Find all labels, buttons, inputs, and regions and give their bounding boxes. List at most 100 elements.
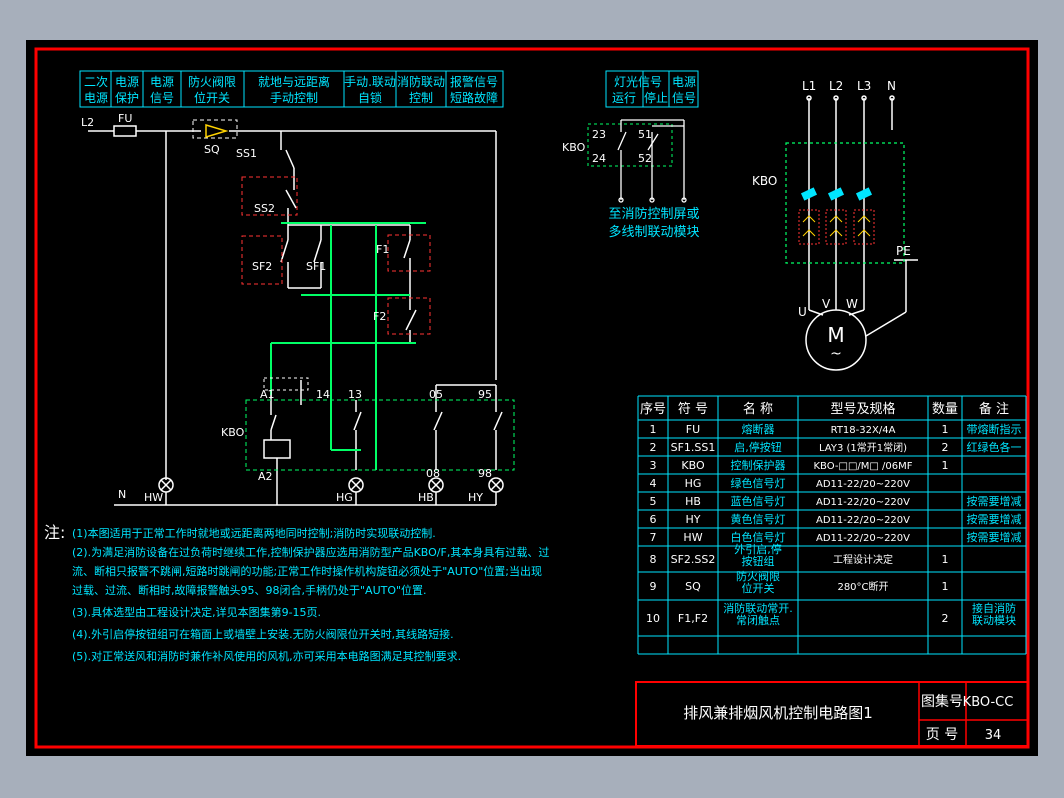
table-cell-r5-c3: 蓝色信号灯: [731, 494, 786, 508]
label-hy: HY: [468, 491, 483, 504]
table-cell-r2-c5: 2: [942, 441, 949, 454]
label-13: 13: [348, 388, 362, 401]
header-cell-3-l1: 电源: [150, 75, 174, 89]
table-cell-r8-c1: 8: [650, 553, 657, 566]
label-p-kbo: KBO: [752, 174, 777, 188]
table-cell-r9-c5: 1: [942, 580, 949, 593]
table-cell-r1-c4: RT18-32X/4A: [831, 425, 896, 436]
table-cell-r10-c3: 消防联动常开.常闭触点: [723, 601, 793, 627]
table-cell-r6-c2: HY: [686, 513, 701, 526]
label-a1: A1: [260, 388, 275, 401]
table-cell-r1-c1: 1: [650, 423, 657, 436]
label-24: 24: [592, 152, 606, 165]
table-header-6: 备 注: [979, 401, 1009, 417]
note-line-1: (1)本图适用于正常工作时就地或远距离两地同时控制;消防时实现联动控制.: [72, 526, 436, 540]
control-circuit: L2 FU SQ SS1 SS2 SF2 SF1 F1 F2 KBO A1 A2…: [81, 112, 515, 506]
label-kbo-coil: KBO: [221, 426, 245, 439]
table-cell-r3-c2: KBO: [681, 459, 705, 472]
table-cell-r8-c4: 工程设计决定: [833, 553, 893, 566]
atlas-value: KBO-CC: [963, 695, 1014, 710]
notes: 注: (1)本图适用于正常工作时就地或远距离两地同时控制;消防时实现联动控制. …: [44, 523, 549, 663]
table-cell-r6-c4: AD11-22/20~220V: [816, 515, 910, 526]
label-hg: HG: [336, 491, 353, 504]
table-cell-r4-c2: HG: [685, 477, 702, 490]
table-cell-r7-c6: 按需要增减: [967, 530, 1022, 544]
table-cell-r3-c4: KBO-□□/M□ /06MF: [814, 461, 913, 472]
note-line-6: (4).外引启停按钮组可在箱面上或墙壁上安装.无防火阀限位开关时,其线路短接.: [72, 627, 454, 641]
label-14: 14: [316, 388, 330, 401]
header-cell-7-l1: 消防联动: [397, 74, 445, 89]
kbo-contacts-block: 灯光信号 运行 停止 电源 信号 KBO 23 24 51 52 至消防控制屏或…: [562, 70, 700, 240]
header-cell-3-l2: 信号: [150, 91, 174, 105]
table-cell-r1-c3: 熔断器: [742, 422, 775, 436]
table-cell-r9-c2: SQ: [685, 580, 701, 593]
label-v: V: [822, 297, 831, 311]
label-motor: M: [827, 323, 844, 347]
label-ss2: SS2: [254, 202, 275, 215]
table-cell-r5-c6: 按需要增减: [967, 494, 1022, 508]
label-p-l2: L2: [829, 79, 843, 93]
drawing-frame: [34, 47, 1030, 749]
header-cell-1-l2: 电源: [84, 91, 108, 105]
label-sf2: SF2: [252, 260, 272, 273]
table-header-3: 名 称: [743, 401, 773, 417]
table-header-4: 型号及规格: [830, 401, 895, 417]
table-cell-r10-c1: 10: [646, 612, 660, 625]
table-cell-r10-c2: F1,F2: [678, 612, 708, 625]
header-cell-5-l1: 就地与远距离: [258, 74, 330, 89]
note-line-4: 过载、过流、断相时,故障报警触头95、98闭合,手柄仍处于"AUTO"位置.: [72, 583, 427, 597]
header-cell-8-l2: 短路故障: [450, 90, 498, 105]
header-cell-4-l2: 位开关: [194, 90, 230, 105]
label-05: 05: [429, 388, 443, 401]
label-hw: HW: [144, 491, 163, 504]
header-cell-2-l1: 电源: [115, 75, 139, 89]
signal-header-3-l2: 信号: [672, 91, 696, 105]
table-cell-r8-c5: 1: [942, 553, 949, 566]
label-sq: SQ: [204, 143, 220, 156]
page-value: 34: [985, 728, 1002, 743]
table-cell-r1-c2: FU: [686, 423, 700, 436]
function-header: 二次 电源 电源 保护 电源 信号 防火阀限 位开关 就地与远距离 手动控制 手…: [79, 70, 504, 108]
table-cell-r7-c3: 白色信号灯: [731, 530, 786, 544]
mid-note-line-1: 至消防控制屏或: [608, 206, 699, 222]
table-cell-r1-c6: 带熔断指示: [967, 422, 1022, 436]
label-n: N: [118, 488, 126, 501]
drawing-canvas: 二次 电源 电源 保护 电源 信号 防火阀限 位开关 就地与远距离 手动控制 手…: [26, 40, 1038, 756]
table-cell-r2-c6: 红绿色各一: [967, 440, 1022, 454]
label-08: 08: [426, 467, 440, 480]
label-p-l1: L1: [802, 79, 816, 93]
table-cell-r5-c1: 5: [650, 495, 657, 508]
table-cell-r9-c1: 9: [650, 580, 657, 593]
table-cell-r8-c3: 外引启,停按钮组: [734, 542, 782, 568]
label-95: 95: [478, 388, 492, 401]
table-header-2: 符 号: [678, 401, 708, 417]
table-cell-r6-c1: 6: [650, 513, 657, 526]
notes-title: 注:: [44, 523, 65, 542]
label-p-n: N: [887, 79, 896, 93]
label-98: 98: [478, 467, 492, 480]
label-l2: L2: [81, 116, 94, 129]
signal-header-1-l2: 运行: [612, 91, 636, 105]
note-line-2: (2).为满足消防设备在过负荷时继续工作,控制保护器应选用消防型产品KBO/F,…: [72, 545, 549, 559]
header-cell-1-l1: 二次: [84, 75, 108, 89]
table-cell-r4-c1: 4: [650, 477, 657, 490]
table-header-5: 数量: [932, 402, 958, 417]
table-cell-r8-c2: SF2.SS2: [671, 553, 716, 566]
header-cell-8-l1: 报警信号: [450, 74, 498, 89]
label-ss1: SS1: [236, 147, 257, 160]
table-cell-r10-c6: 接自消防联动模块: [972, 601, 1016, 627]
label-sf1: SF1: [306, 260, 326, 273]
table-cell-r9-c3: 防火阀限位开关: [736, 569, 780, 595]
label-a2: A2: [258, 470, 273, 483]
component-table: 序号符 号 名 称 型号及规格 数量 备 注 1 FU 熔断器 RT18-32X/4A 1 带熔断指…: [637, 395, 1027, 655]
table-cell-r2-c4: LAY3 (1常开1常闭): [819, 441, 907, 454]
table-cell-r5-c2: HB: [685, 495, 701, 508]
signal-header-2-l2: 停止: [644, 90, 668, 105]
signal-header-1-l1: 灯光信号: [614, 75, 662, 89]
table-cell-r1-c5: 1: [942, 423, 949, 436]
label-23: 23: [592, 128, 606, 141]
label-w: W: [846, 297, 858, 311]
label-motor-sub: ~: [830, 346, 842, 362]
drawing-title: 排风兼排烟风机控制电路图1: [683, 704, 873, 722]
label-pe: PE: [896, 244, 911, 258]
